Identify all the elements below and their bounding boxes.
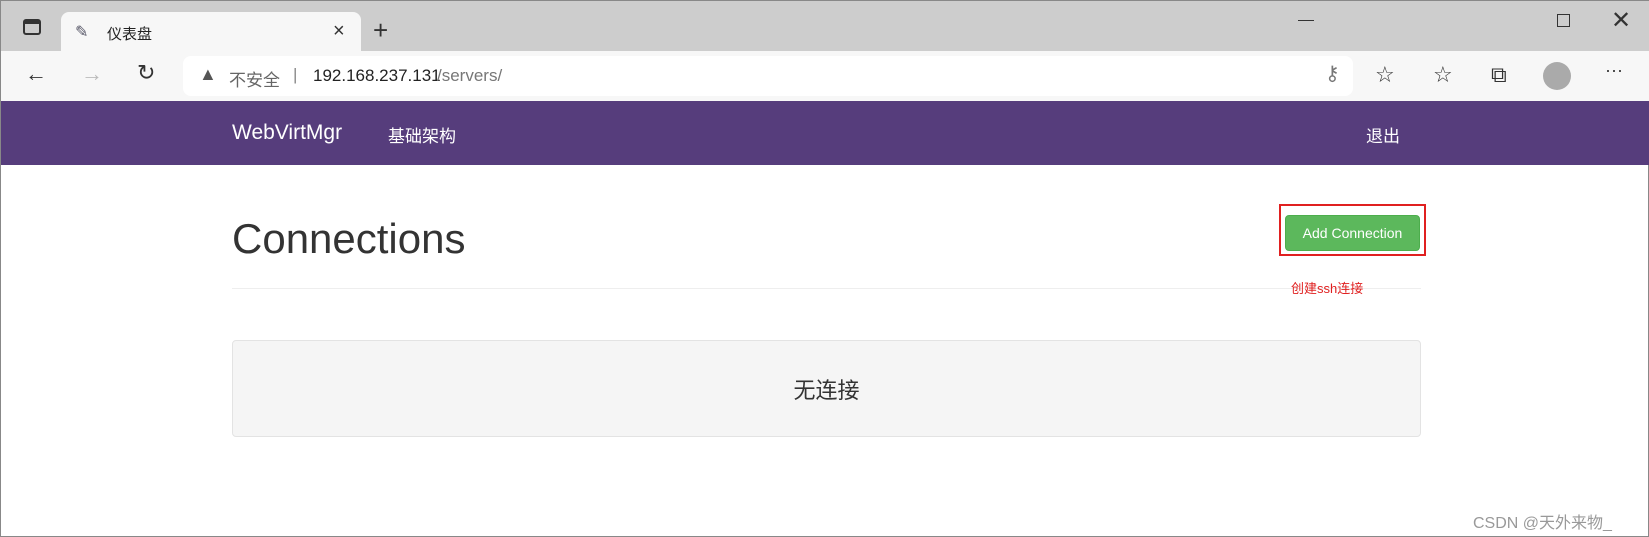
- navbar: WebVirtMgr 基础架构 退出: [1, 101, 1649, 165]
- address-bar[interactable]: ▲ 不安全 | 192.168.237.131 /servers/ ⚷ ☆: [183, 56, 1395, 96]
- brand-link[interactable]: WebVirtMgr: [232, 121, 342, 145]
- refresh-icon[interactable]: ↻: [137, 62, 155, 84]
- collections-icon[interactable]: ⧉: [1491, 64, 1507, 86]
- url-host: 192.168.237.131: [313, 66, 441, 85]
- browser-tab[interactable]: ✎ 仪表盘 ×: [61, 12, 361, 51]
- favorites-icon[interactable]: ☆: [1433, 64, 1453, 86]
- page-title: Connections: [232, 215, 466, 262]
- more-icon[interactable]: ···: [1605, 61, 1623, 79]
- nav-item-infrastructure[interactable]: 基础架构: [388, 122, 456, 147]
- empty-connections-panel: 无连接: [232, 340, 1421, 437]
- empty-text: 无连接: [793, 377, 860, 403]
- tab-title: 仪表盘: [107, 26, 153, 43]
- tab-actions-icon[interactable]: [23, 19, 41, 35]
- favicon-icon: ✎: [75, 24, 89, 41]
- maximize-icon[interactable]: [1557, 14, 1570, 27]
- forward-icon[interactable]: →: [81, 63, 103, 85]
- add-connection-button[interactable]: Add Connection: [1285, 215, 1420, 251]
- logout-link[interactable]: 退出: [1366, 122, 1400, 147]
- separator: |: [293, 65, 298, 84]
- divider: [232, 288, 1421, 289]
- key-icon[interactable]: ⚷: [1325, 64, 1340, 84]
- minimize-icon[interactable]: [1298, 20, 1314, 21]
- security-label[interactable]: 不安全: [229, 66, 280, 91]
- new-tab-icon[interactable]: +: [373, 17, 388, 43]
- back-icon[interactable]: ←: [25, 63, 47, 85]
- add-favorite-icon[interactable]: ☆: [1375, 64, 1395, 86]
- annotation-text: 创建ssh连接: [1291, 281, 1364, 296]
- close-tab-icon[interactable]: ×: [333, 20, 345, 43]
- url-path: /servers/: [437, 66, 503, 85]
- watermark: CSDN @天外来物_: [1473, 515, 1612, 532]
- profile-avatar[interactable]: [1543, 62, 1571, 90]
- close-window-icon[interactable]: ✕: [1611, 9, 1631, 33]
- warning-icon: ▲: [199, 64, 217, 84]
